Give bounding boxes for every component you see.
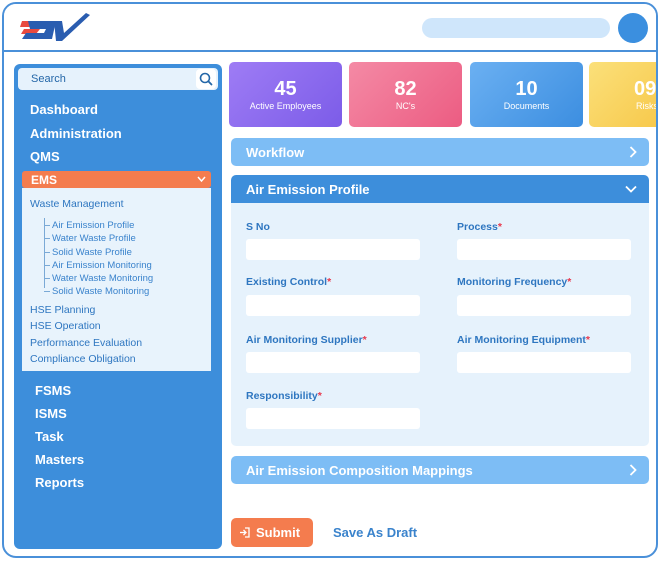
- stat-value: 82: [394, 78, 417, 100]
- equipment-input[interactable]: [457, 352, 631, 373]
- required-mark: *: [327, 276, 332, 288]
- existing-control-input[interactable]: [246, 295, 420, 316]
- supplier-label-text: Air Monitoring Supplier: [246, 334, 363, 346]
- air-emission-profile-accordion[interactable]: Air Emission Profile: [231, 175, 649, 203]
- workflow-accordion[interactable]: Workflow: [231, 138, 649, 166]
- stat-card-documents[interactable]: 10 Documents: [470, 62, 583, 127]
- monitoring-frequency-label-text: Monitoring Frequency: [457, 276, 568, 288]
- stat-value: 09: [634, 78, 657, 100]
- stat-label: NC's: [395, 101, 416, 111]
- submenu-solid-waste-profile[interactable]: Solid Waste Profile: [52, 247, 132, 258]
- chevron-down-icon: [197, 176, 206, 183]
- equipment-label-text: Air Monitoring Equipment: [457, 334, 586, 346]
- equipment-label: Air Monitoring Equipment*: [457, 334, 590, 346]
- sidebar-item-task[interactable]: Task: [35, 429, 64, 444]
- supplier-label: Air Monitoring Supplier*: [246, 334, 367, 346]
- stat-value: 10: [515, 78, 538, 100]
- search-button[interactable]: [196, 69, 216, 89]
- process-label-text: Process: [457, 221, 498, 233]
- submenu-air-emission-profile[interactable]: Air Emission Profile: [52, 220, 134, 231]
- supplier-input[interactable]: [246, 352, 420, 373]
- sno-label: S No: [246, 221, 270, 233]
- workflow-title: Workflow: [246, 145, 305, 160]
- sidebar-item-ems[interactable]: EMS: [22, 171, 211, 188]
- save-draft-button[interactable]: Save As Draft: [333, 525, 417, 540]
- air-emission-profile-title: Air Emission Profile: [246, 182, 370, 197]
- stat-label: Risks: [636, 101, 658, 111]
- submenu-water-waste-profile[interactable]: Water Waste Profile: [52, 233, 136, 244]
- sidebar-item-ems-label: EMS: [31, 173, 58, 187]
- process-label: Process*: [457, 221, 502, 233]
- process-input[interactable]: [457, 239, 631, 260]
- login-icon: [240, 527, 250, 538]
- existing-control-label-text: Existing Control: [246, 276, 328, 288]
- submit-label: Submit: [256, 525, 301, 540]
- responsibility-label: Responsibility*: [246, 390, 322, 402]
- stat-card-active-employees[interactable]: 45 Active Employees: [229, 62, 342, 127]
- tree-connector: [44, 252, 50, 253]
- sidebar-item-dashboard[interactable]: Dashboard: [30, 102, 98, 117]
- stat-card-risks[interactable]: 09 Risks: [589, 62, 658, 127]
- sidebar-search-label: Search: [31, 73, 66, 85]
- stat-label: Active Employees: [249, 101, 322, 111]
- top-bar: [4, 4, 656, 52]
- responsibility-input[interactable]: [246, 408, 420, 429]
- tree-connector: [44, 278, 50, 279]
- required-mark: *: [567, 276, 572, 288]
- responsibility-label-text: Responsibility: [246, 390, 318, 402]
- submenu-solid-waste-monitoring[interactable]: Solid Waste Monitoring: [52, 286, 149, 297]
- stat-label: Documents: [503, 101, 550, 111]
- stat-card-ncs[interactable]: 82 NC's: [349, 62, 462, 127]
- sidebar-item-qms[interactable]: QMS: [30, 149, 60, 164]
- chevron-right-icon: [629, 146, 637, 158]
- ems-submenu: Waste Management Air Emission Profile Wa…: [22, 188, 211, 371]
- sidebar-item-fsms[interactable]: FSMS: [35, 383, 71, 398]
- chevron-right-icon: [629, 464, 637, 476]
- sidebar-search[interactable]: Search: [18, 68, 218, 90]
- submenu-hse-operation[interactable]: HSE Operation: [30, 320, 101, 332]
- stat-value: 45: [274, 78, 297, 100]
- sidebar-item-isms[interactable]: ISMS: [35, 406, 67, 421]
- tree-connector: [44, 291, 50, 292]
- submenu-hse-planning[interactable]: HSE Planning: [30, 304, 95, 316]
- submenu-water-waste-monitoring[interactable]: Water Waste Monitoring: [52, 273, 153, 284]
- submenu-compliance-obligation[interactable]: Compliance Obligation: [30, 353, 136, 365]
- app-frame: Search Dashboard Administration QMS EMS …: [2, 2, 658, 558]
- ev-logo: [20, 13, 90, 41]
- required-mark: *: [497, 221, 502, 233]
- sno-label-text: S No: [246, 221, 270, 233]
- required-mark: *: [317, 390, 322, 402]
- composition-mappings-title: Air Emission Composition Mappings: [246, 463, 473, 478]
- sidebar-item-reports[interactable]: Reports: [35, 475, 84, 490]
- required-mark: *: [362, 334, 367, 346]
- composition-mappings-accordion[interactable]: Air Emission Composition Mappings: [231, 456, 649, 484]
- tree-connector: [44, 225, 50, 226]
- monitoring-frequency-input[interactable]: [457, 295, 631, 316]
- tree-connector: [44, 265, 50, 266]
- user-avatar[interactable]: [618, 13, 648, 43]
- tree-connector: [44, 238, 50, 239]
- existing-control-label: Existing Control*: [246, 276, 331, 288]
- sno-input[interactable]: [246, 239, 420, 260]
- sidebar-item-masters[interactable]: Masters: [35, 452, 84, 467]
- submit-button[interactable]: Submit: [231, 518, 313, 547]
- sidebar-item-administration[interactable]: Administration: [30, 126, 122, 141]
- top-search-bar[interactable]: [422, 18, 610, 38]
- sidebar: Search Dashboard Administration QMS EMS …: [14, 64, 222, 549]
- chevron-down-icon: [625, 185, 637, 193]
- submenu-performance-evaluation[interactable]: Performance Evaluation: [30, 337, 142, 349]
- submenu-air-emission-monitoring[interactable]: Air Emission Monitoring: [52, 260, 152, 271]
- search-icon: [199, 72, 213, 86]
- required-mark: *: [585, 334, 590, 346]
- air-emission-profile-form: S No Process* Existing Control* Monitori…: [231, 203, 649, 446]
- submenu-waste-management[interactable]: Waste Management: [30, 198, 124, 210]
- monitoring-frequency-label: Monitoring Frequency*: [457, 276, 571, 288]
